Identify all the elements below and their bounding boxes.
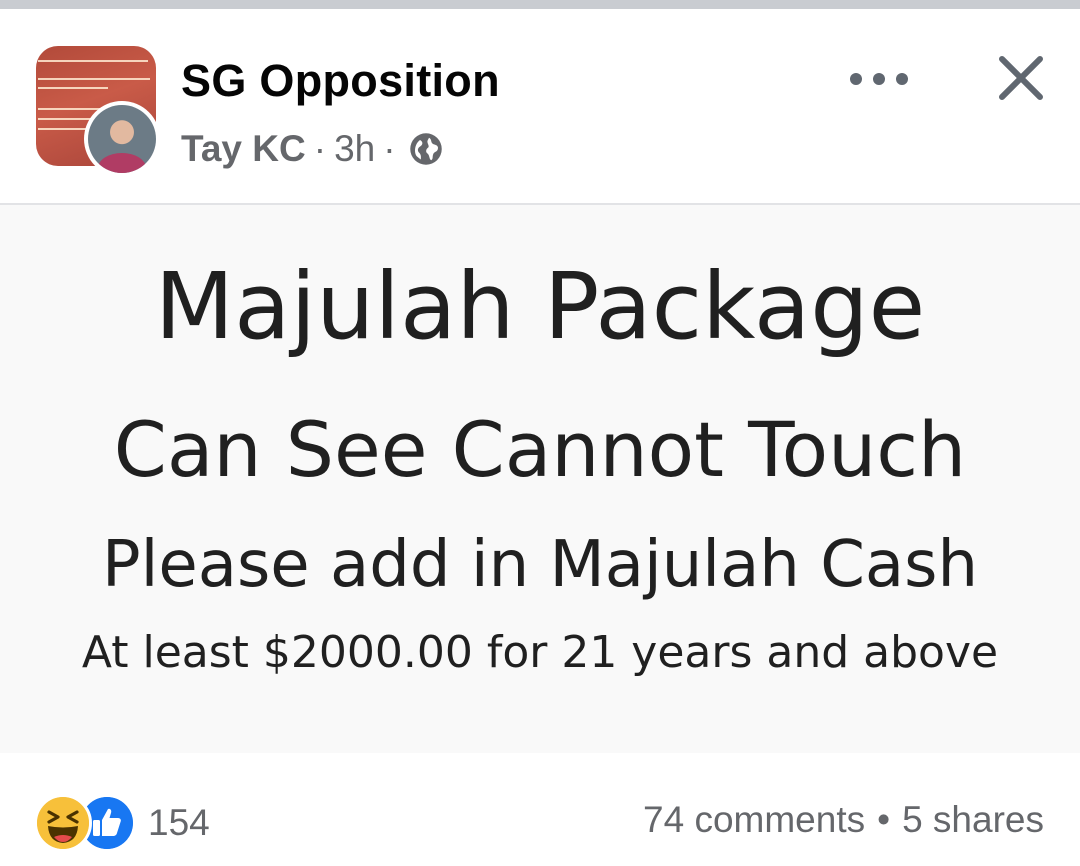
post-time[interactable]: 3h xyxy=(334,128,375,170)
meta-separator: · xyxy=(383,128,396,169)
post-meta: Tay KC · 3h · xyxy=(181,121,444,177)
reactions-summary[interactable]: 154 xyxy=(34,794,210,852)
author-name-link[interactable]: Tay KC xyxy=(181,128,306,170)
top-divider xyxy=(0,0,1080,9)
group-name-link[interactable]: SG Opposition xyxy=(181,55,500,107)
haha-icon xyxy=(34,794,92,852)
image-text-line: At least $2000.00 for 21 years and above xyxy=(81,627,999,678)
more-icon xyxy=(850,73,862,85)
image-text-line: Can See Cannot Touch xyxy=(113,405,967,494)
image-text-line: Please add in Majulah Cash xyxy=(101,528,979,602)
meta-separator: · xyxy=(313,128,327,169)
author-avatar-photo xyxy=(88,105,156,173)
engagement-separator: • xyxy=(877,799,891,840)
author-avatar[interactable] xyxy=(84,101,160,177)
globe-icon xyxy=(409,133,442,165)
reaction-count: 154 xyxy=(148,802,210,843)
more-icon xyxy=(896,73,908,85)
more-options-button[interactable] xyxy=(850,59,908,99)
more-icon xyxy=(873,73,885,85)
post-image[interactable]: Majulah Package Can See Cannot Touch Ple… xyxy=(0,203,1080,755)
close-icon[interactable] xyxy=(996,53,1046,103)
comments-count-link[interactable]: 74 comments xyxy=(643,799,865,841)
shares-count-link[interactable]: 5 shares xyxy=(902,799,1044,841)
image-text-line: Majulah Package xyxy=(154,253,926,360)
post-footer: 154 74 comments • 5 shares xyxy=(0,753,1080,866)
post-header: SG Opposition Tay KC · 3h · xyxy=(0,9,1080,202)
engagement-summary: 74 comments • 5 shares xyxy=(643,799,1044,841)
